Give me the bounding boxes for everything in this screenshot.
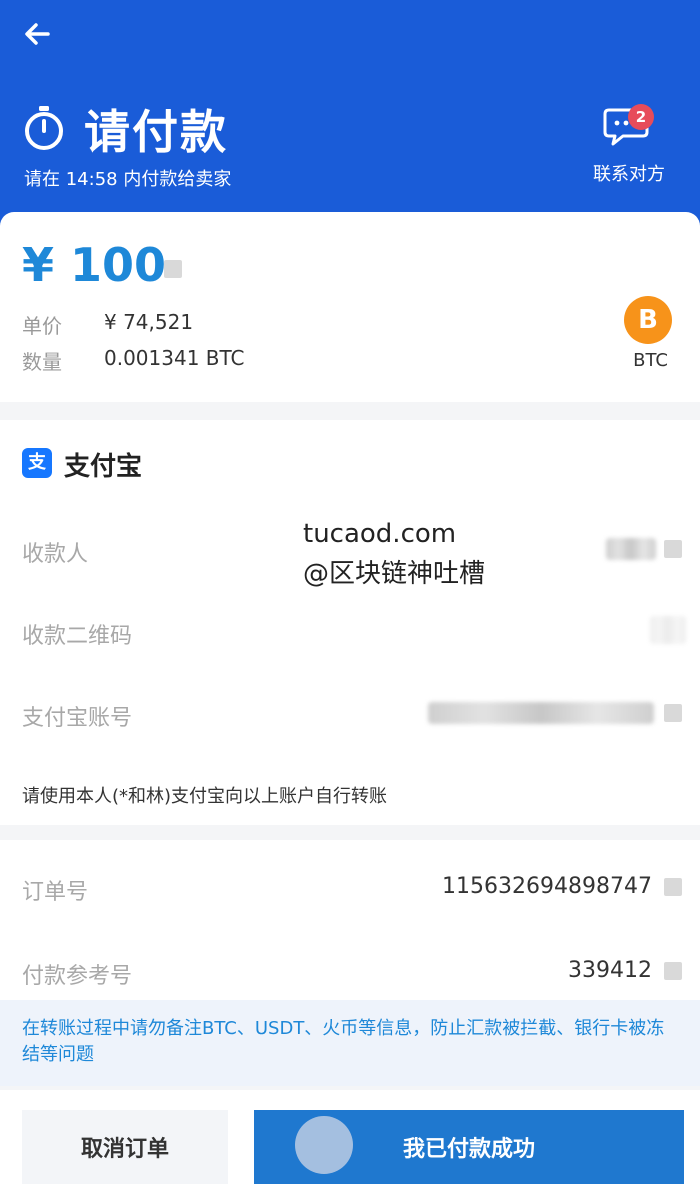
watermark-line-2: @区块链神吐槽	[303, 559, 486, 589]
watermark: tucaod.com @区块链神吐槽	[303, 514, 485, 594]
payment-method-section: 支 支付宝 收款人 收款二维码 支付宝账号 请使用本人(*和林)支付宝向以上账户…	[0, 420, 700, 825]
header: 请付款 请在 14:58 内付款给卖家 2 联系对方	[0, 0, 700, 235]
order-info-section: 订单号 115632694898747 付款参考号 339412	[0, 840, 700, 1000]
order-number-label: 订单号	[22, 880, 89, 905]
account-label: 支付宝账号	[22, 706, 133, 731]
order-number-value: 115632694898747	[442, 874, 652, 899]
cancel-order-button[interactable]: 取消订单	[22, 1110, 228, 1184]
bitcoin-icon: B	[624, 296, 672, 344]
quantity-label: 数量	[22, 350, 62, 374]
page-title: 请付款	[84, 105, 228, 159]
payment-reference-value: 339412	[568, 958, 652, 983]
touch-indicator	[295, 1116, 353, 1174]
qr-code-label: 收款二维码	[22, 624, 133, 649]
price-value: ¥ 74,521	[104, 310, 194, 334]
transfer-instruction: 请使用本人(*和林)支付宝向以上账户自行转账	[22, 786, 388, 807]
alipay-icon: 支	[22, 448, 52, 478]
account-number-redacted	[428, 702, 654, 724]
watermark-line-1: tucaod.com	[303, 519, 457, 549]
transfer-warning: 在转账过程中请勿备注BTC、USDT、火币等信息，防止汇款被拦截、银行卡被冻结等…	[0, 1000, 700, 1086]
countdown-text: 请在 14:58 内付款给卖家	[24, 169, 232, 190]
back-arrow-icon[interactable]	[18, 14, 58, 54]
qr-code-thumbnail[interactable]	[650, 616, 686, 644]
payee-label: 收款人	[22, 542, 89, 567]
price-label: 单价	[22, 314, 62, 338]
coin-label: BTC	[633, 350, 668, 371]
copy-icon[interactable]	[164, 260, 182, 278]
payment-method-name: 支付宝	[64, 452, 143, 482]
quantity-value: 0.001341 BTC	[104, 346, 245, 370]
stopwatch-icon	[25, 106, 63, 150]
copy-icon[interactable]	[664, 704, 682, 722]
contact-seller-button[interactable]: 2 联系对方	[586, 104, 672, 186]
unread-badge: 2	[628, 104, 654, 130]
total-amount: ¥ 100	[22, 238, 167, 292]
copy-icon[interactable]	[664, 878, 682, 896]
payment-reference-label: 付款参考号	[22, 964, 133, 989]
contact-label: 联系对方	[593, 164, 665, 185]
order-summary-card: ¥ 100 单价 ¥ 74,521 数量 0.001341 BTC B BTC	[0, 212, 700, 402]
copy-icon[interactable]	[664, 540, 682, 558]
copy-icon[interactable]	[664, 962, 682, 980]
payee-name-redacted	[606, 538, 656, 560]
